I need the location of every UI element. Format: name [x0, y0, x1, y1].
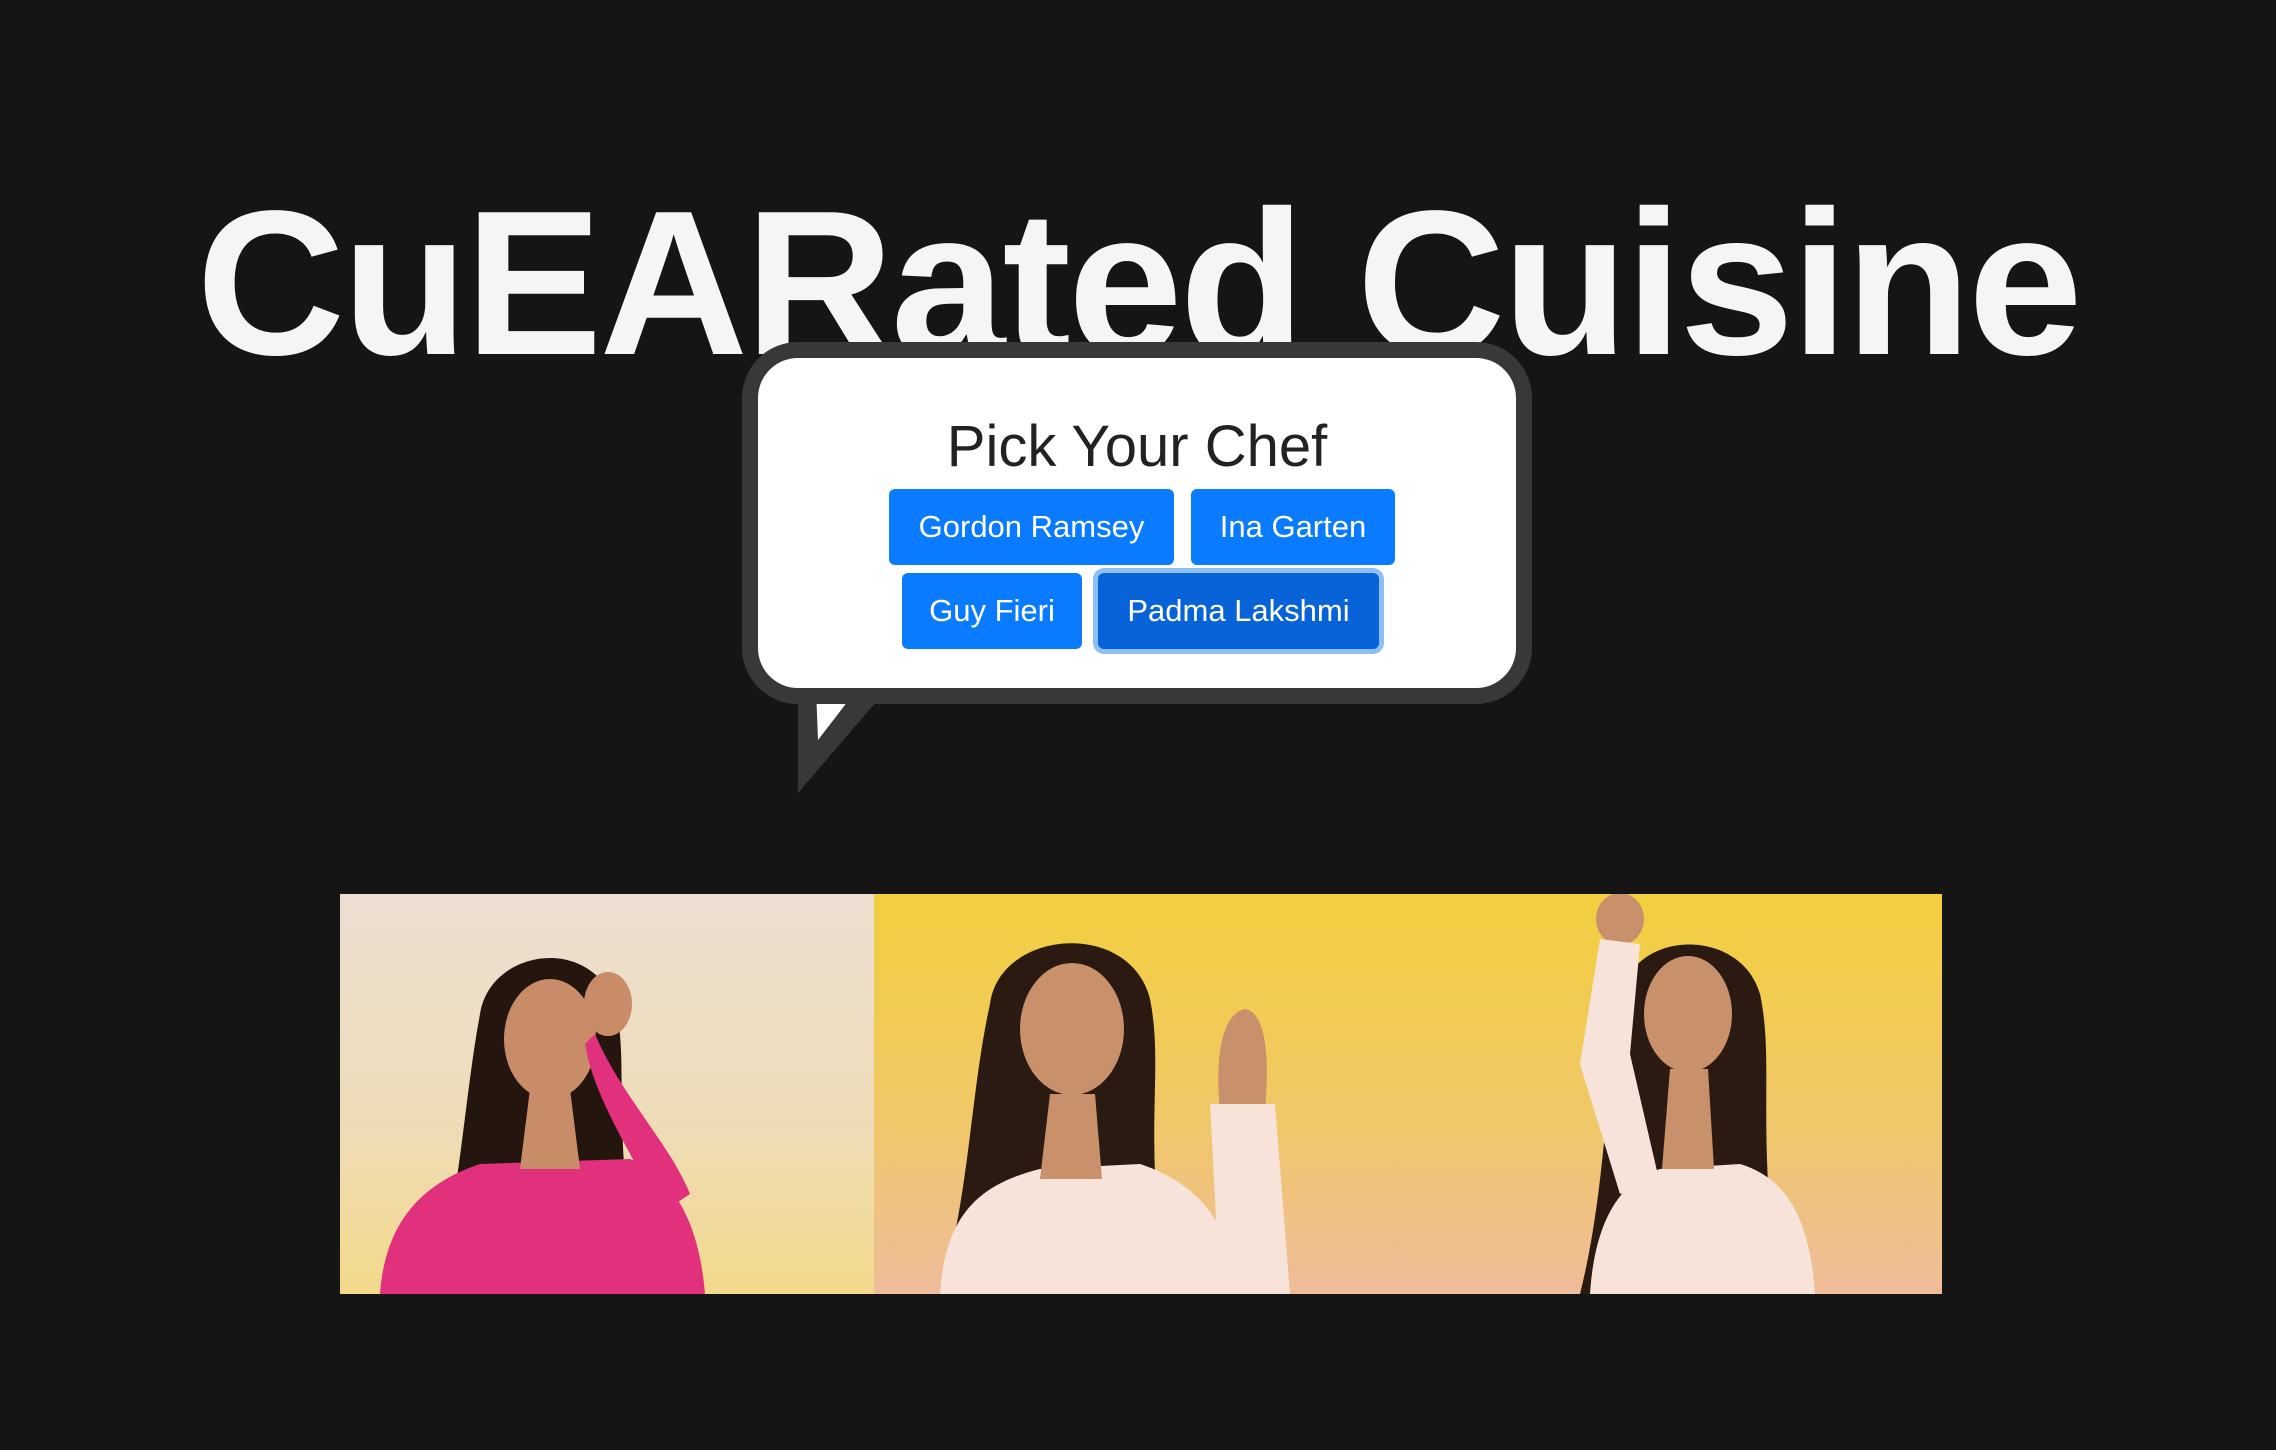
- chef-button-ina-garten[interactable]: Ina Garten: [1191, 489, 1395, 565]
- gif-padma-raised-hand: [874, 894, 1408, 1294]
- chef-button-gordon-ramsey[interactable]: Gordon Ramsey: [889, 489, 1174, 565]
- chef-picker-heading: Pick Your Chef: [946, 414, 1328, 479]
- gif-padma-chefs-kiss: [340, 894, 874, 1294]
- chef-button-guy-fieri[interactable]: Guy Fieri: [902, 573, 1082, 649]
- chef-gif-images: [340, 894, 1942, 1294]
- chef-gif-strip: [340, 894, 1942, 1294]
- chef-picker-bubble: Pick Your Chef Gordon Ramsey Ina Garten …: [742, 342, 1532, 704]
- chef-button-padma-lakshmi[interactable]: Padma Lakshmi: [1098, 573, 1379, 649]
- gif-padma-fist-raised: [1408, 894, 1942, 1294]
- page: CuEARated Cuisine Pick Your Chef Gordon …: [0, 0, 2276, 1450]
